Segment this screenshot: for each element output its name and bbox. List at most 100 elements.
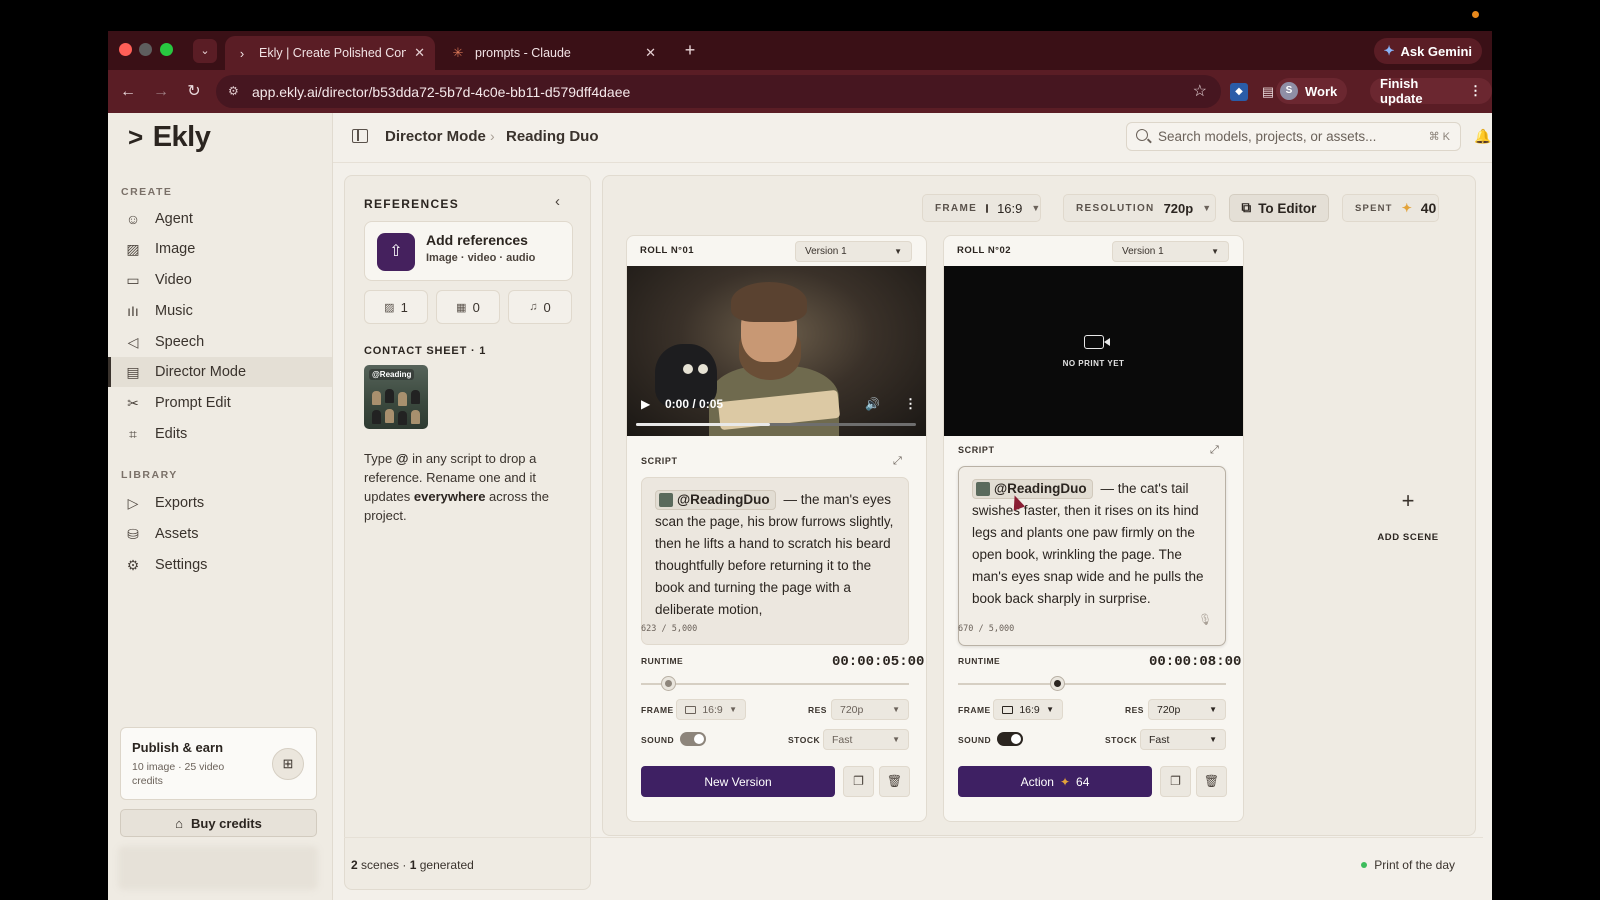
spent-label: SPENT xyxy=(1355,202,1393,214)
audio-count-chip[interactable]: ♫ 0 xyxy=(508,290,572,324)
trash-icon: 🗑 xyxy=(1203,774,1220,788)
reference-mention[interactable]: @ReadingDuo xyxy=(655,490,776,511)
res-select[interactable]: 720p ▼ xyxy=(831,699,909,720)
forward-icon[interactable]: → xyxy=(151,82,171,102)
logo[interactable]: > Ekly xyxy=(128,121,211,154)
close-tab-icon[interactable]: ✕ xyxy=(645,45,656,61)
close-window-button[interactable] xyxy=(119,43,132,56)
script-textarea[interactable]: @ReadingDuo — the cat's tail swishes fas… xyxy=(958,466,1226,646)
thumbnail-figure xyxy=(372,391,381,405)
reference-mention[interactable]: @ReadingDuo xyxy=(972,479,1093,500)
volume-icon[interactable]: 🔊 xyxy=(865,397,880,411)
address-bar[interactable]: ⚙ app.ekly.ai/director/b53dda72-5b7d-4c0… xyxy=(216,75,1221,108)
contact-sheet-thumbnail[interactable]: @Reading xyxy=(364,365,428,429)
user-account-blurred[interactable] xyxy=(118,846,318,890)
action-button[interactable]: Action ✦ 64 xyxy=(958,766,1152,797)
sidebar-item-edits[interactable]: ⌗ Edits xyxy=(108,419,332,449)
site-info-icon[interactable]: ⚙ xyxy=(228,84,239,98)
play-icon[interactable]: ▶ xyxy=(641,397,661,411)
chevron-down-icon: ▼ xyxy=(1209,705,1217,714)
print-of-the-day-label: Print of the day xyxy=(1374,858,1455,872)
sidebar-item-exports[interactable]: ▷ Exports xyxy=(108,488,332,518)
sidebar-item-settings[interactable]: ⚙ Settings xyxy=(108,550,332,580)
stock-select[interactable]: Fast ▼ xyxy=(1140,729,1226,750)
runtime-slider[interactable] xyxy=(641,677,909,690)
play-icon: ▷ xyxy=(127,494,139,511)
expand-icon[interactable]: ⤢ xyxy=(893,455,902,468)
back-icon[interactable]: ← xyxy=(118,82,138,102)
sidebar-item-director-mode[interactable]: ▤ Director Mode xyxy=(108,357,332,387)
frame-select[interactable]: 16:9 ▼ xyxy=(676,699,746,720)
tab-claude[interactable]: ✳ prompts - Claude ✕ xyxy=(441,36,666,70)
add-references-button[interactable]: ⇧ Add references Image · video · audio xyxy=(364,221,573,281)
delete-button[interactable]: 🗑 xyxy=(1196,766,1227,797)
add-scene-button[interactable]: + ADD SCENE xyxy=(1373,490,1443,544)
add-scene-label: ADD SCENE xyxy=(1377,532,1439,543)
resolution-select[interactable]: RESOLUTION 720p ▼ xyxy=(1063,194,1216,222)
extension-icon[interactable]: ▤ xyxy=(1259,83,1277,101)
tab-list-button[interactable]: ⌄ xyxy=(193,39,217,63)
extension-icon[interactable]: ◆ xyxy=(1230,83,1248,101)
tab-ekly[interactable]: › Ekly | Create Polished Conten ✕ xyxy=(225,36,435,70)
sidebar-item-video[interactable]: ▭ Video xyxy=(108,265,332,295)
sound-toggle[interactable] xyxy=(997,732,1023,746)
new-version-button[interactable]: New Version xyxy=(641,766,835,797)
empty-preview: NO PRINT YET xyxy=(944,266,1243,436)
sidebar-item-prompt-edit[interactable]: ✂ Prompt Edit xyxy=(108,388,332,418)
buy-credits-button[interactable]: ⌂ Buy credits xyxy=(120,809,317,837)
version-select[interactable]: Version 1 ▼ xyxy=(1112,241,1229,262)
breadcrumb-director-mode[interactable]: Director Mode xyxy=(385,128,486,145)
bell-icon[interactable]: 🔔 xyxy=(1474,128,1491,145)
slider-thumb[interactable] xyxy=(1051,677,1065,690)
video-player[interactable]: ▶ 0:00 / 0:05 🔊 ⋮ xyxy=(627,266,926,436)
runtime-slider[interactable] xyxy=(958,677,1226,690)
delete-button[interactable]: 🗑 xyxy=(879,766,910,797)
script-label: SCRIPT xyxy=(641,456,678,466)
sidebar-item-agent[interactable]: ☺ Agent xyxy=(108,204,332,234)
profile-button[interactable]: S Work xyxy=(1276,78,1348,104)
maximize-window-button[interactable] xyxy=(160,43,173,56)
no-print-text: NO PRINT YET xyxy=(1062,358,1125,368)
ekly-favicon-icon: › xyxy=(239,45,245,61)
ask-gemini-button[interactable]: ✦ Ask Gemini xyxy=(1373,38,1482,64)
sidebar-item-speech[interactable]: ◁ Speech xyxy=(108,327,332,357)
publish-earn-card[interactable]: Publish & earn 10 image · 25 video credi… xyxy=(120,727,317,800)
duplicate-button[interactable]: ❐ xyxy=(1160,766,1191,797)
duplicate-button[interactable]: ❐ xyxy=(843,766,874,797)
new-tab-button[interactable]: + xyxy=(678,39,702,63)
to-editor-button[interactable]: ⧉ To Editor xyxy=(1229,194,1329,222)
publish-subtitle: 10 image · 25 video credits xyxy=(132,761,225,787)
reload-icon[interactable]: ↻ xyxy=(184,82,204,102)
bookmark-star-icon[interactable]: ☆ xyxy=(1193,81,1207,101)
sidebar-item-label: Speech xyxy=(155,334,205,350)
close-tab-icon[interactable]: ✕ xyxy=(414,45,425,61)
toggle-sidebar-icon[interactable] xyxy=(352,129,368,143)
collapse-panel-icon[interactable]: ‹ xyxy=(555,193,560,210)
print-of-the-day[interactable]: Print of the day xyxy=(1361,858,1455,872)
slider-thumb[interactable] xyxy=(661,677,675,690)
stock-select[interactable]: Fast ▼ xyxy=(823,729,909,750)
version-select[interactable]: Version 1 ▼ xyxy=(795,241,912,262)
sidebar-item-assets[interactable]: ⛁ Assets xyxy=(108,519,332,549)
finish-update-button[interactable]: Finish update ⋮ xyxy=(1370,76,1492,106)
res-select[interactable]: 720p ▼ xyxy=(1148,699,1226,720)
gift-icon[interactable]: ⊞ xyxy=(272,748,304,780)
image-count-chip[interactable]: ▨ 1 xyxy=(364,290,428,324)
video-count-chip[interactable]: ▦ 0 xyxy=(436,290,500,324)
gear-icon: ⚙ xyxy=(126,556,140,573)
more-options-icon[interactable]: ⋮ xyxy=(904,396,917,412)
edits-icon: ⌗ xyxy=(129,425,137,442)
script-textarea[interactable]: @ReadingDuo — the man's eyes scan the pa… xyxy=(641,477,909,645)
frame-select[interactable]: 16:9 ▼ xyxy=(993,699,1063,720)
sidebar-item-music[interactable]: ıIı Music xyxy=(108,296,332,326)
sidebar-item-image[interactable]: ▨ Image xyxy=(108,234,332,264)
video-scrubber[interactable] xyxy=(636,423,916,426)
microphone-icon[interactable]: 🎙 xyxy=(1198,609,1212,631)
expand-icon[interactable]: ⤢ xyxy=(1210,444,1219,457)
kebab-menu-icon: ⋮ xyxy=(1469,83,1482,98)
script-text: — the cat's tail swishes faster, then it… xyxy=(972,481,1204,606)
search-input[interactable]: Search models, projects, or assets... ⌘ … xyxy=(1126,122,1461,151)
sound-toggle[interactable] xyxy=(680,732,706,746)
minimize-window-button[interactable] xyxy=(139,43,152,56)
frame-select[interactable]: FRAME 16:9 ▼ xyxy=(922,194,1041,222)
